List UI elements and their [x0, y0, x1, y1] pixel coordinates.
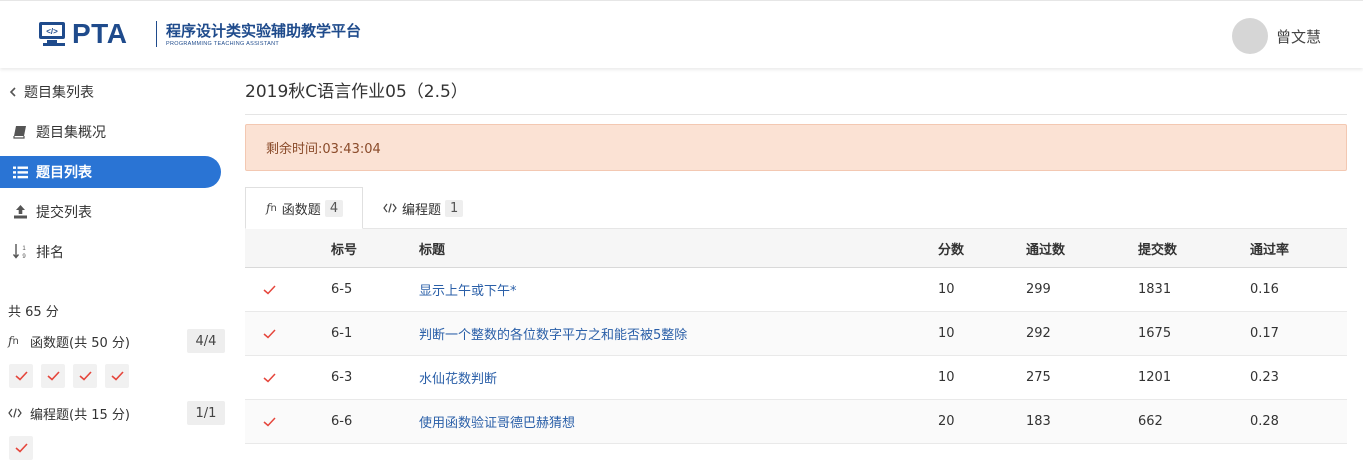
- problem-passed-count: 299: [1026, 282, 1051, 297]
- back-label: 题目集列表: [24, 85, 94, 101]
- problem-status-check[interactable]: [41, 364, 65, 388]
- table-row[interactable]: 6-5 显示上午或下午* 10 299 1831 0.16: [245, 268, 1347, 312]
- table-row[interactable]: 6-3 水仙花数判断 10 275 1201 0.23: [245, 356, 1347, 400]
- problem-status-check[interactable]: [73, 364, 97, 388]
- problem-number: 6-6: [331, 414, 353, 429]
- tab-programming-problems[interactable]: 编程题 1: [383, 187, 464, 229]
- sidebar-item-ranking[interactable]: 1 9 排名: [0, 236, 221, 268]
- problem-number: 6-1: [331, 326, 353, 341]
- column-header-score[interactable]: 分数: [938, 229, 964, 267]
- svg-text:9: 9: [22, 254, 26, 260]
- problem-title-link[interactable]: 判断一个整数的各位数字平方之和能否被5整除: [419, 312, 687, 355]
- problem-pass-rate: 0.28: [1250, 414, 1279, 429]
- table-row[interactable]: 6-1 判断一个整数的各位数字平方之和能否被5整除 10 292 1675 0.…: [245, 312, 1347, 356]
- tab-count-badge: 1: [445, 199, 464, 217]
- remaining-time-text: 剩余时间:03:43:04: [266, 142, 381, 157]
- chevron-left-icon: [8, 84, 18, 100]
- sidebar-item-label: 题目集概况: [36, 125, 106, 141]
- table-row[interactable]: 6-6 使用函数验证哥德巴赫猜想 20 183 662 0.28: [245, 400, 1347, 444]
- code-icon: [383, 203, 397, 213]
- solved-check-icon: [263, 268, 276, 311]
- title-divider: [245, 114, 1347, 115]
- problem-passed-count: 183: [1026, 414, 1051, 429]
- problem-passed-count: 292: [1026, 326, 1051, 341]
- problem-score: 10: [938, 326, 955, 341]
- function-icon: fn: [8, 334, 19, 348]
- problem-passed-count: 275: [1026, 370, 1051, 385]
- category-count: 1/1: [187, 401, 225, 425]
- list-icon: [12, 164, 28, 180]
- function-icon: fn: [266, 201, 277, 215]
- back-to-problem-sets-link[interactable]: 题目集列表: [0, 76, 221, 108]
- problem-title-link[interactable]: 显示上午或下午*: [419, 268, 517, 311]
- problem-submitted-count: 662: [1138, 414, 1163, 429]
- problem-title-link[interactable]: 使用函数验证哥德巴赫猜想: [419, 400, 575, 443]
- top-header: </> PTA 程序设计类实验辅助教学平台 PROGRAMMING TEACHI…: [0, 0, 1363, 68]
- problem-number: 6-3: [331, 370, 353, 385]
- problem-status-check[interactable]: [105, 364, 129, 388]
- svg-text:1: 1: [22, 246, 26, 252]
- sort-numeric-icon: 1 9: [12, 244, 28, 260]
- code-icon: [8, 408, 24, 418]
- category-label: 函数题(共 50 分): [30, 335, 130, 351]
- tab-label: 编程题: [402, 202, 442, 218]
- problem-score: 20: [938, 414, 955, 429]
- sidebar-item-label: 提交列表: [36, 205, 92, 221]
- problem-submitted-count: 1201: [1138, 370, 1172, 385]
- svg-text:</>: </>: [46, 27, 58, 36]
- problem-pass-rate: 0.16: [1250, 282, 1279, 297]
- platform-name: 程序设计类实验辅助教学平台: [166, 22, 362, 40]
- category-programming-problems: 编程题(共 15 分) 1/1: [8, 401, 225, 425]
- tab-count-badge: 4: [324, 199, 344, 217]
- column-header-submitted[interactable]: 提交数: [1138, 229, 1177, 267]
- upload-icon: [12, 204, 28, 220]
- problem-score: 10: [938, 282, 955, 297]
- problem-score: 10: [938, 370, 955, 385]
- remaining-time-alert: 剩余时间:03:43:04: [245, 124, 1347, 171]
- column-header-number[interactable]: 标号: [331, 229, 357, 267]
- book-icon: [12, 124, 28, 140]
- problem-submitted-count: 1831: [1138, 282, 1172, 297]
- function-problem-status-row: [9, 364, 129, 388]
- logo-text[interactable]: PTA: [72, 18, 127, 50]
- platform-name-en: PROGRAMMING TEACHING ASSISTANT: [166, 41, 280, 47]
- problem-submitted-count: 1675: [1138, 326, 1172, 341]
- code-monitor-logo-icon: </>: [39, 22, 65, 46]
- programming-problem-status-row: [9, 436, 33, 460]
- category-label: 编程题(共 15 分): [30, 407, 130, 423]
- table-header: 标号 标题 分数 通过数 提交数 通过率: [245, 228, 1347, 268]
- logo-divider: [156, 21, 157, 47]
- problem-number: 6-5: [331, 282, 353, 297]
- sidebar-item-problem-list[interactable]: 题目列表: [0, 156, 221, 188]
- solved-check-icon: [263, 400, 276, 443]
- sidebar-item-submissions[interactable]: 提交列表: [0, 196, 221, 228]
- score-total: 共 65 分: [8, 305, 59, 320]
- category-function-problems: fn 函数题(共 50 分) 4/4: [8, 329, 225, 353]
- problem-pass-rate: 0.17: [1250, 326, 1279, 341]
- problem-pass-rate: 0.23: [1250, 370, 1279, 385]
- column-header-pass-rate[interactable]: 通过率: [1250, 229, 1289, 267]
- column-header-passed[interactable]: 通过数: [1026, 229, 1065, 267]
- solved-check-icon: [263, 312, 276, 355]
- problem-table: 标号 标题 分数 通过数 提交数 通过率 6-5 显示上午或下午* 10 299…: [245, 228, 1347, 444]
- avatar[interactable]: [1232, 18, 1268, 54]
- sidebar-item-overview[interactable]: 题目集概况: [0, 116, 221, 148]
- tab-function-problems[interactable]: fn 函数题 4: [245, 187, 363, 229]
- problem-status-check[interactable]: [9, 364, 33, 388]
- username[interactable]: 曾文慧: [1276, 27, 1321, 47]
- solved-check-icon: [263, 356, 276, 399]
- category-count: 4/4: [187, 329, 225, 353]
- sidebar-item-label: 排名: [36, 245, 64, 261]
- problem-title-link[interactable]: 水仙花数判断: [419, 356, 497, 399]
- column-header-title[interactable]: 标题: [419, 229, 445, 267]
- tab-label: 函数题: [281, 202, 321, 218]
- problem-status-check[interactable]: [9, 436, 33, 460]
- sidebar-item-label: 题目列表: [36, 165, 92, 181]
- page-title: 2019秋C语言作业05（2.5）: [245, 82, 468, 102]
